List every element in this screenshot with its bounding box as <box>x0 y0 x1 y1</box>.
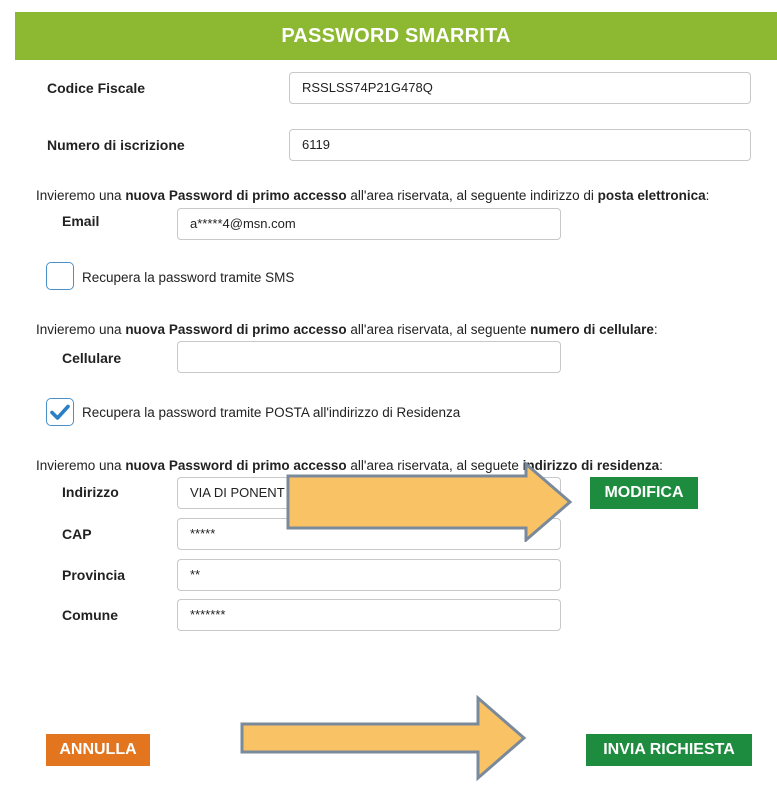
modifica-button[interactable]: MODIFICA <box>590 477 698 509</box>
right-arrow-icon <box>286 462 573 542</box>
right-arrow-icon <box>240 694 527 782</box>
comune-input[interactable]: ******* <box>177 599 561 631</box>
invia-richiesta-button[interactable]: INVIA RICHIESTA <box>586 734 752 766</box>
posta-option-label: Recupera la password tramite POSTA all'i… <box>82 405 461 420</box>
checkmark-icon <box>50 404 70 420</box>
cell-info-text: Invieremo una nuova Password di primo ac… <box>36 322 658 337</box>
annulla-button[interactable]: ANNULLA <box>46 734 150 766</box>
email-label: Email <box>62 213 100 229</box>
sms-checkbox[interactable] <box>46 262 74 290</box>
codice-fiscale-label: Codice Fiscale <box>47 80 146 96</box>
provincia-input[interactable]: ** <box>177 559 561 591</box>
numero-iscrizione-input[interactable]: 6119 <box>289 129 751 161</box>
sms-option-label: Recupera la password tramite SMS <box>82 270 295 285</box>
email-info-text: Invieremo una nuova Password di primo ac… <box>36 188 710 203</box>
dialog-header: PASSWORD SMARRITA <box>15 12 777 60</box>
email-input[interactable]: a*****4@msn.com <box>177 208 561 240</box>
provincia-label: Provincia <box>62 567 126 583</box>
posta-checkbox[interactable] <box>46 398 74 426</box>
numero-iscrizione-label: Numero di iscrizione <box>47 137 185 153</box>
cellulare-label: Cellulare <box>62 350 122 366</box>
comune-label: Comune <box>62 607 118 623</box>
dialog-title: PASSWORD SMARRITA <box>281 25 511 47</box>
cap-label: CAP <box>62 526 92 542</box>
top-strip <box>0 0 777 12</box>
indirizzo-label: Indirizzo <box>62 484 119 500</box>
codice-fiscale-input[interactable]: RSSLSS74P21G478Q <box>289 72 751 104</box>
cellulare-input[interactable] <box>177 341 561 373</box>
